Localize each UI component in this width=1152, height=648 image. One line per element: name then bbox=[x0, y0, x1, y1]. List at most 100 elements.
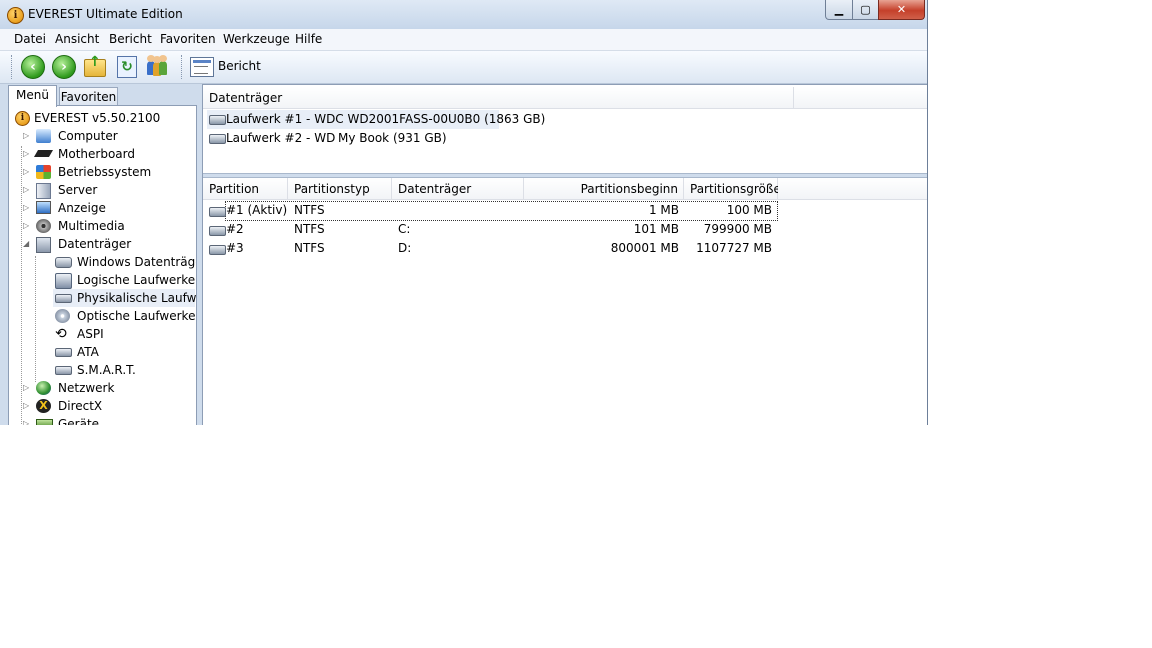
close-button[interactable]: ✕ bbox=[878, 0, 925, 20]
tab-favorites[interactable]: Favoriten bbox=[59, 87, 118, 107]
tree-child-aspi[interactable]: ⟲ ASPI bbox=[55, 325, 195, 343]
aspi-icon: ⟲ bbox=[55, 326, 67, 342]
column-header-empty[interactable] bbox=[794, 87, 927, 109]
up-folder-icon bbox=[84, 54, 106, 77]
tree-child-optische-laufwerke[interactable]: Optische Laufwerke bbox=[55, 307, 195, 325]
users-button[interactable] bbox=[146, 55, 170, 79]
tree-item-server[interactable]: ▷ Server bbox=[23, 181, 193, 199]
column-header-partitionsbeginn[interactable]: Partitionsbeginn bbox=[524, 178, 684, 200]
cell-datentraeger: C: bbox=[398, 222, 411, 236]
menu-werkzeuge[interactable]: Werkzeuge bbox=[223, 32, 290, 46]
menu-bar: Datei Ansicht Bericht Favoriten Werkzeug… bbox=[0, 29, 927, 51]
menu-favoriten[interactable]: Favoriten bbox=[160, 32, 216, 46]
tree-child-label: Logische Laufwerke bbox=[77, 273, 196, 287]
report-button[interactable]: Bericht bbox=[190, 55, 270, 79]
tree-child-physikalische-laufwerk[interactable]: Physikalische Laufwerk bbox=[53, 289, 196, 307]
tree-item-label: Datenträger bbox=[58, 237, 132, 251]
tree-child-label: ASPI bbox=[77, 327, 104, 341]
collapse-arrow-icon[interactable]: ◢ bbox=[23, 235, 33, 253]
up-button[interactable] bbox=[84, 54, 108, 79]
tree-item-netzwerk[interactable]: ▷ Netzwerk bbox=[23, 379, 193, 397]
title-bar[interactable]: i EVEREST Ultimate Edition ▁ ▢ ✕ bbox=[0, 0, 927, 29]
expand-arrow-icon[interactable]: ▷ bbox=[23, 379, 33, 397]
maximize-button[interactable]: ▢ bbox=[852, 0, 879, 20]
column-header-datentraeger[interactable]: Datenträger bbox=[203, 87, 794, 109]
tree-item-multimedia[interactable]: ▷ Multimedia bbox=[23, 217, 193, 235]
drive-row-1[interactable]: Laufwerk #1 - WDC WD2001FASS-00U0B0 (186… bbox=[207, 110, 545, 129]
disk-stack-icon bbox=[55, 257, 72, 268]
navigation-pane: Menü Favoriten i EVEREST v5.50.2100 ▷ Co… bbox=[4, 84, 197, 425]
cell-partitionstyp: NTFS bbox=[294, 222, 325, 236]
expand-arrow-icon[interactable]: ▷ bbox=[23, 415, 33, 425]
cell-partitionsbeginn: 800001 MB bbox=[610, 241, 679, 255]
drive-label: Laufwerk #1 - WDC WD2001FASS-00U0B0 (186… bbox=[226, 112, 546, 126]
menu-datei[interactable]: Datei bbox=[14, 32, 46, 46]
tree-child-windows-datentraeger[interactable]: Windows Datenträger bbox=[55, 253, 196, 271]
tree-guide-children bbox=[35, 256, 37, 382]
minimize-button[interactable]: ▁ bbox=[825, 0, 853, 20]
drive-label-suffix: My Book (931 GB) bbox=[338, 131, 447, 145]
minimize-icon: ▁ bbox=[834, 3, 844, 16]
hard-drive-icon bbox=[209, 115, 226, 125]
tree-child-smart[interactable]: S.M.A.R.T. bbox=[55, 361, 195, 379]
tab-menu[interactable]: Menü bbox=[8, 85, 57, 107]
maximize-icon: ▢ bbox=[860, 3, 871, 16]
speaker-icon bbox=[36, 219, 51, 233]
report-icon bbox=[190, 57, 214, 77]
expand-arrow-icon[interactable]: ▷ bbox=[23, 181, 33, 199]
expand-arrow-icon[interactable]: ▷ bbox=[23, 127, 33, 145]
menu-bericht[interactable]: Bericht bbox=[109, 32, 152, 46]
tree-item-betriebssystem[interactable]: ▷ Betriebssystem bbox=[23, 163, 193, 181]
everest-info-icon[interactable]: i bbox=[7, 7, 24, 24]
forward-button[interactable]: › bbox=[52, 55, 76, 79]
tree-item-computer[interactable]: ▷ Computer bbox=[23, 127, 193, 145]
column-header-partitionsgroesse[interactable]: Partitionsgröße bbox=[684, 178, 781, 200]
logical-drive-icon bbox=[55, 273, 72, 289]
navigation-tree[interactable]: i EVEREST v5.50.2100 ▷ Computer ▷ Mother… bbox=[8, 105, 197, 425]
expand-arrow-icon[interactable]: ▷ bbox=[23, 163, 33, 181]
cell-partition: #3 bbox=[226, 241, 244, 255]
tree-item-directx[interactable]: ▷ X DirectX bbox=[23, 397, 193, 415]
content-pane: Datenträger Laufwerk #1 - WDC WD2001FASS… bbox=[202, 84, 927, 425]
cell-partition: #2 bbox=[226, 222, 244, 236]
tree-item-anzeige[interactable]: ▷ Anzeige bbox=[23, 199, 193, 217]
tree-child-logische-laufwerke[interactable]: Logische Laufwerke bbox=[55, 271, 195, 289]
column-header-filler bbox=[778, 178, 927, 200]
expand-arrow-icon[interactable]: ▷ bbox=[23, 199, 33, 217]
tree-child-ata[interactable]: ATA bbox=[55, 343, 195, 361]
menu-hilfe[interactable]: Hilfe bbox=[295, 32, 322, 46]
column-header-partitionstyp[interactable]: Partitionstyp bbox=[288, 178, 392, 200]
forward-icon: › bbox=[52, 55, 76, 79]
expand-arrow-icon[interactable]: ▷ bbox=[23, 217, 33, 235]
expand-arrow-icon[interactable]: ▷ bbox=[23, 397, 33, 415]
tree-item-label: Server bbox=[58, 183, 98, 197]
tree-item-label: Betriebssystem bbox=[58, 165, 152, 179]
column-header-partition[interactable]: Partition bbox=[203, 178, 288, 200]
users-icon bbox=[146, 55, 168, 77]
tree-item-geraete[interactable]: ▷ Geräte bbox=[23, 415, 193, 425]
cell-partition: #1 (Aktiv) bbox=[226, 203, 288, 217]
drive-row-2[interactable]: Laufwerk #2 - WD My Book (931 GB) bbox=[207, 129, 507, 148]
optical-drive-icon bbox=[55, 309, 70, 323]
cell-datentraeger: D: bbox=[398, 241, 412, 255]
tree-item-label: Computer bbox=[58, 129, 118, 143]
tree-item-datentraeger[interactable]: ◢ Datenträger bbox=[23, 235, 193, 253]
tree-item-motherboard[interactable]: ▷ Motherboard bbox=[23, 145, 193, 163]
partition-icon bbox=[209, 226, 226, 236]
devices-icon bbox=[36, 419, 53, 425]
cell-partitionsgroesse: 1107727 MB bbox=[696, 241, 772, 255]
cell-partitionstyp: NTFS bbox=[294, 203, 325, 217]
expand-arrow-icon[interactable]: ▷ bbox=[23, 145, 33, 163]
windows-icon bbox=[36, 165, 51, 179]
menu-ansicht[interactable]: Ansicht bbox=[55, 32, 99, 46]
cell-partitionsgroesse: 799900 MB bbox=[703, 222, 772, 236]
tree-item-label: Netzwerk bbox=[58, 381, 115, 395]
tree-root-label: EVEREST v5.50.2100 bbox=[34, 111, 161, 125]
storage-icon bbox=[36, 237, 51, 253]
computer-icon bbox=[36, 129, 51, 143]
column-header-datentraeger[interactable]: Datenträger bbox=[392, 178, 524, 200]
toolbar-grip[interactable] bbox=[11, 55, 15, 79]
tree-item-label: Anzeige bbox=[58, 201, 106, 215]
refresh-button[interactable]: ↻ bbox=[115, 55, 139, 79]
back-button[interactable]: ‹ bbox=[21, 55, 45, 79]
